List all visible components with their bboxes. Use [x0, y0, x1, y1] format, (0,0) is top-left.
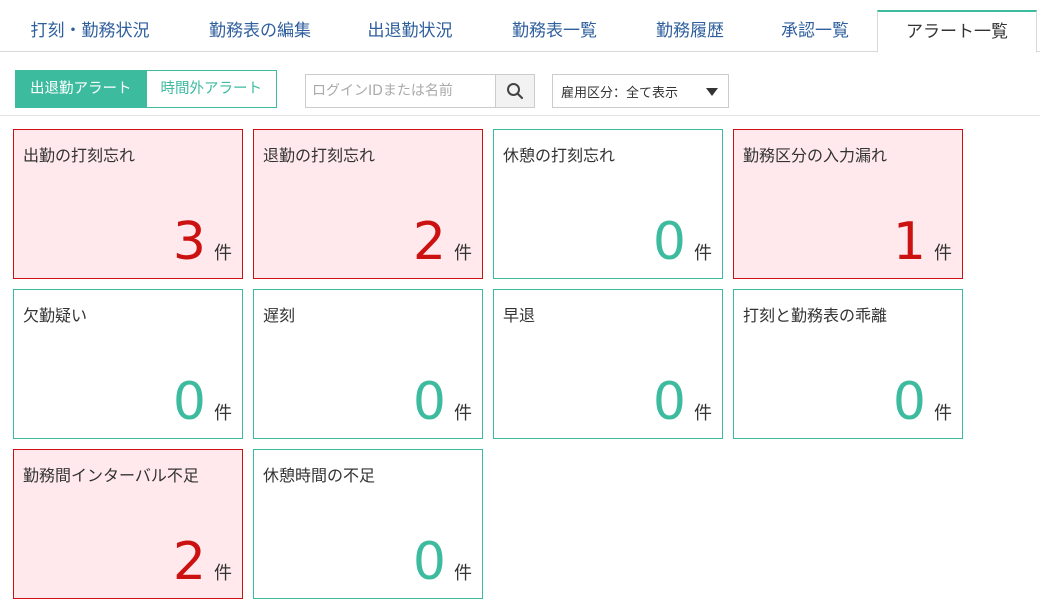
- card-count-value: 0: [172, 372, 206, 432]
- search-icon: [507, 83, 524, 100]
- card-count: 0 件: [413, 534, 472, 590]
- toolbar-divider: [0, 115, 1040, 116]
- card-count: 3 件: [173, 214, 232, 270]
- card-count-unit: 件: [934, 243, 952, 264]
- card-count-value: 0: [652, 372, 686, 432]
- card-count-unit: 件: [214, 563, 232, 584]
- card-count-value: 1: [892, 212, 926, 272]
- alert-card-suspected-absence[interactable]: 欠勤疑い 0 件: [13, 289, 243, 439]
- card-count-value: 0: [412, 532, 446, 592]
- card-title: 遅刻: [263, 306, 296, 325]
- tab-timesheet-list[interactable]: 勤務表一覧: [497, 10, 612, 52]
- card-title: 打刻と勤務表の乖離: [743, 306, 888, 325]
- tab-attendance-status[interactable]: 出退勤状況: [355, 10, 465, 52]
- search-input[interactable]: [305, 74, 495, 108]
- card-count-value: 2: [172, 532, 206, 592]
- alert-card-early-leave[interactable]: 早退 0 件: [493, 289, 723, 439]
- search-button[interactable]: [495, 74, 535, 108]
- caret-down-icon: [706, 88, 718, 96]
- alert-card-insufficient-interval[interactable]: 勤務間インターバル不足 2 件: [13, 449, 243, 599]
- card-count: 2 件: [173, 534, 232, 590]
- tab-work-history[interactable]: 勤務履歴: [640, 10, 740, 52]
- card-count: 0 件: [893, 374, 952, 430]
- card-count-value: 0: [892, 372, 926, 432]
- card-count-unit: 件: [934, 403, 952, 424]
- alert-card-late[interactable]: 遅刻 0 件: [253, 289, 483, 439]
- alert-card-missing-work-category[interactable]: 勤務区分の入力漏れ 1 件: [733, 129, 963, 279]
- card-count: 1 件: [893, 214, 952, 270]
- card-count-unit: 件: [694, 243, 712, 264]
- card-count-value: 2: [412, 212, 446, 272]
- tab-approval-list[interactable]: 承認一覧: [765, 10, 865, 52]
- employment-type-select[interactable]: 雇用区分：全て表示: [552, 74, 729, 108]
- card-count: 0 件: [653, 374, 712, 430]
- employment-type-value: 雇用区分：全て表示: [561, 85, 679, 101]
- tab-edit-timesheet[interactable]: 勤務表の編集: [190, 10, 330, 52]
- card-title: 欠勤疑い: [23, 306, 88, 325]
- card-count-unit: 件: [454, 563, 472, 584]
- card-count: 0 件: [413, 374, 472, 430]
- attendance-alert-button[interactable]: 出退勤アラート: [15, 70, 147, 108]
- card-title: 休憩時間の不足: [263, 466, 376, 485]
- alert-card-missed-clock-out[interactable]: 退勤の打刻忘れ 2 件: [253, 129, 483, 279]
- overtime-alert-button[interactable]: 時間外アラート: [146, 70, 277, 108]
- card-count: 0 件: [653, 214, 712, 270]
- card-title: 勤務区分の入力漏れ: [743, 146, 888, 165]
- tab-clock-status[interactable]: 打刻・勤務状況: [15, 10, 165, 52]
- card-count-value: 0: [652, 212, 686, 272]
- card-title: 退勤の打刻忘れ: [263, 146, 376, 165]
- card-count-value: 0: [412, 372, 446, 432]
- alert-card-missed-break-clock[interactable]: 休憩の打刻忘れ 0 件: [493, 129, 723, 279]
- alert-type-toggle: 出退勤アラート 時間外アラート: [15, 70, 277, 108]
- alert-card-insufficient-break[interactable]: 休憩時間の不足 0 件: [253, 449, 483, 599]
- tab-alert-list[interactable]: アラート一覧: [877, 10, 1037, 53]
- card-count: 0 件: [173, 374, 232, 430]
- card-title: 早退: [503, 306, 536, 325]
- card-title: 出勤の打刻忘れ: [23, 146, 136, 165]
- main-tab-bar: 打刻・勤務状況 勤務表の編集 出退勤状況 勤務表一覧 勤務履歴 承認一覧 アラー…: [0, 0, 1040, 53]
- card-count-unit: 件: [214, 403, 232, 424]
- alert-card-clock-timesheet-gap[interactable]: 打刻と勤務表の乖離 0 件: [733, 289, 963, 439]
- alert-card-missed-clock-in[interactable]: 出勤の打刻忘れ 3 件: [13, 129, 243, 279]
- card-count-unit: 件: [454, 403, 472, 424]
- card-count-value: 3: [172, 212, 206, 272]
- card-count-unit: 件: [694, 403, 712, 424]
- card-title: 休憩の打刻忘れ: [503, 146, 616, 165]
- card-count-unit: 件: [454, 243, 472, 264]
- card-count-unit: 件: [214, 243, 232, 264]
- card-count: 2 件: [413, 214, 472, 270]
- search-box: [305, 74, 535, 108]
- card-title: 勤務間インターバル不足: [23, 466, 199, 485]
